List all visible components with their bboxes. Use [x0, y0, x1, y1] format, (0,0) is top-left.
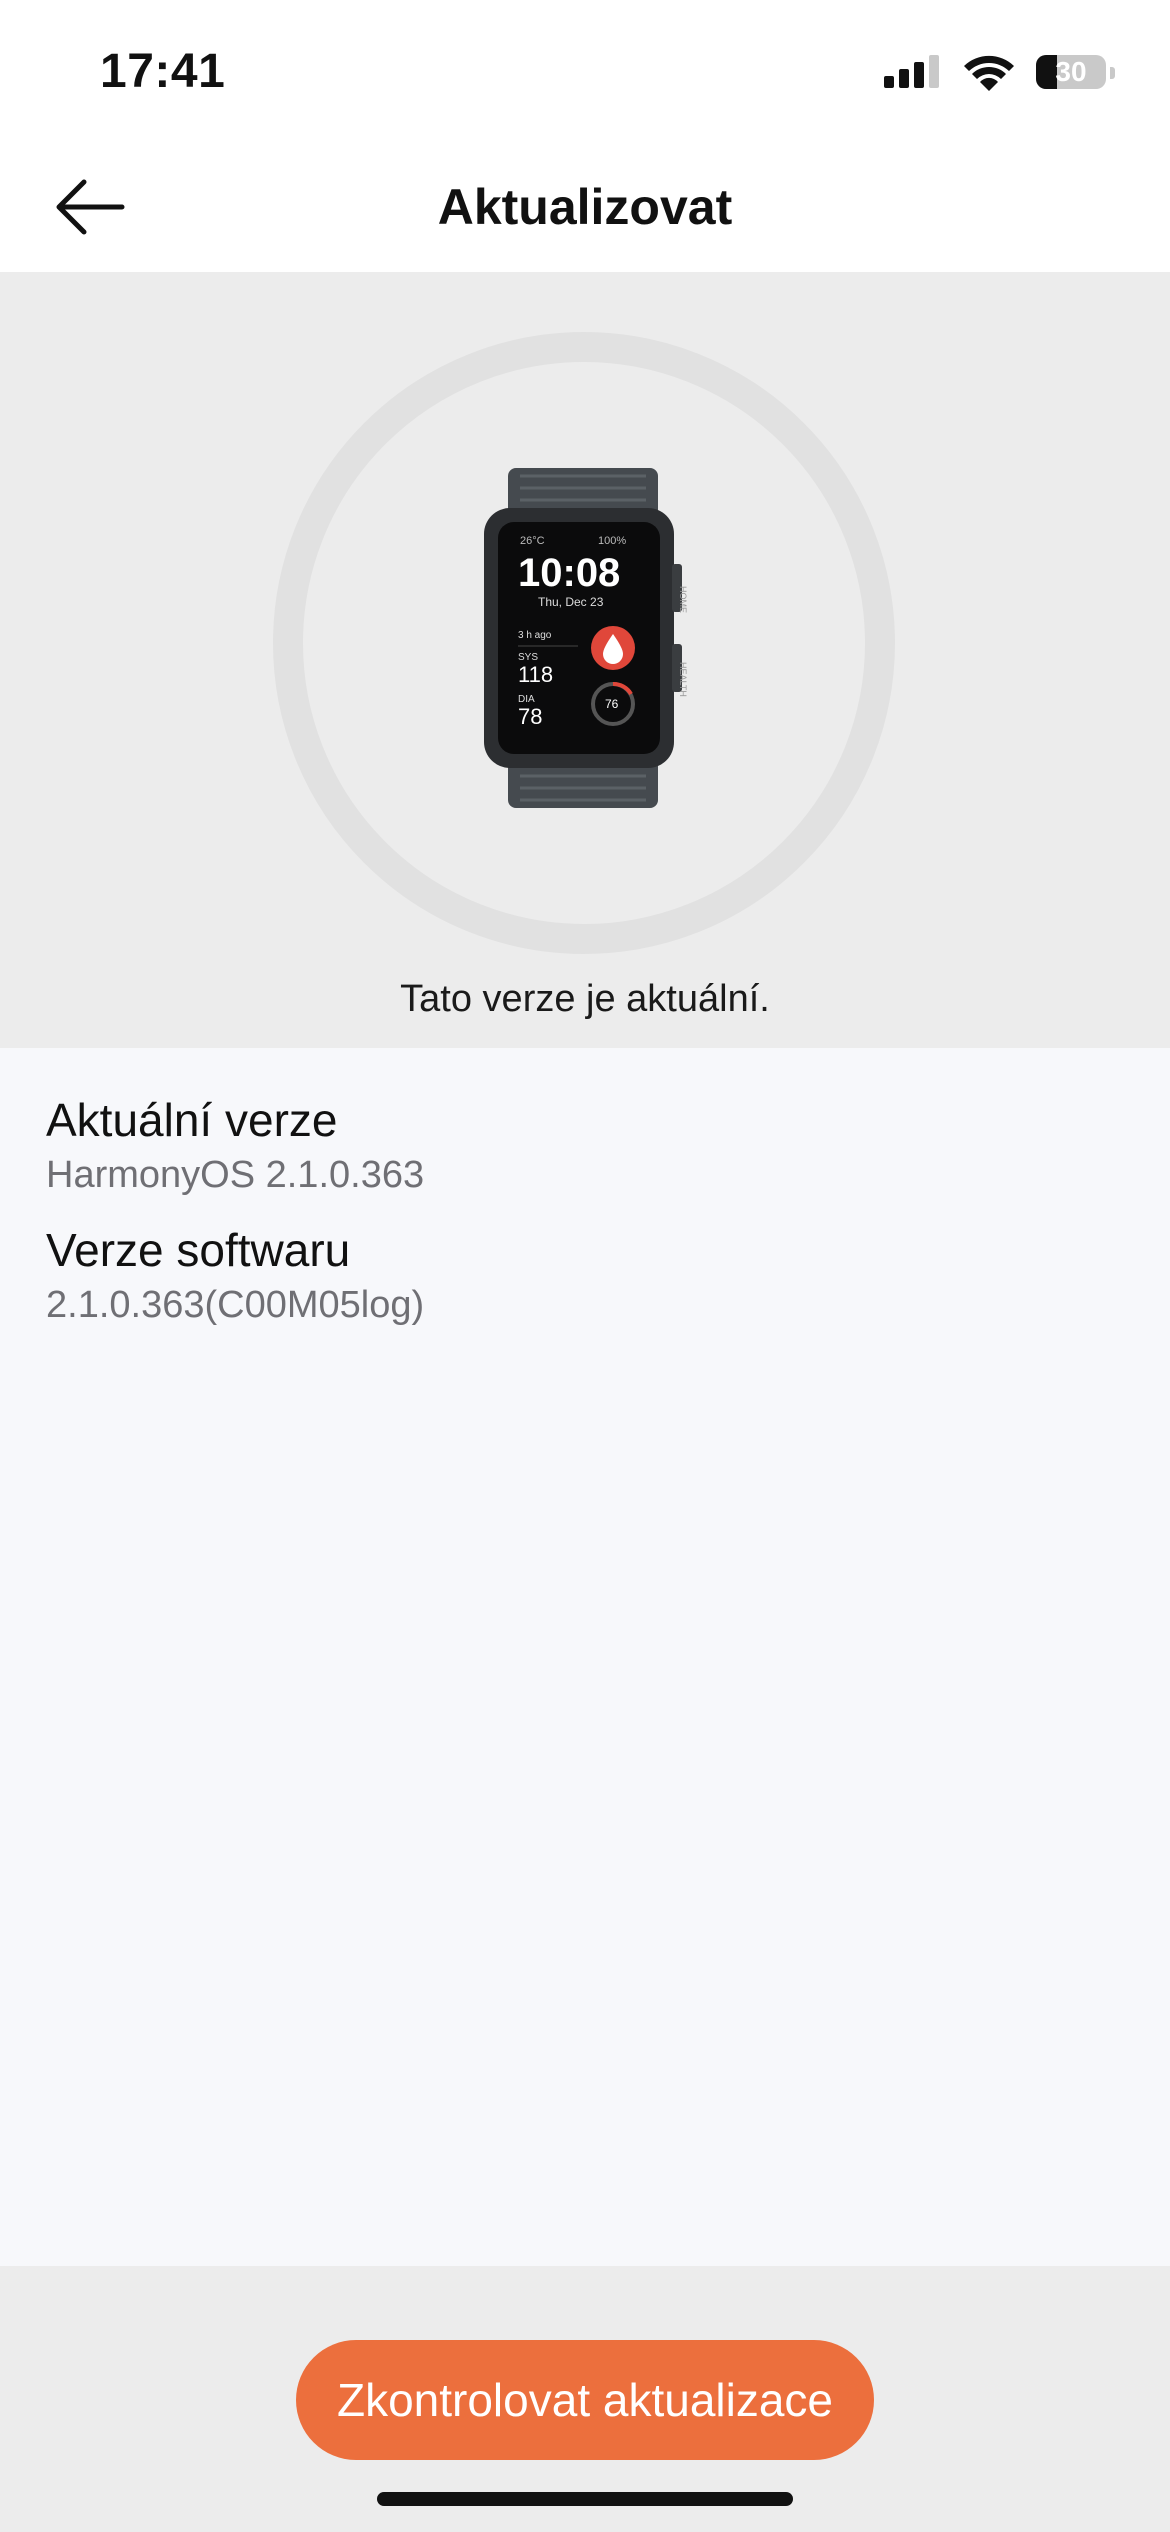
- info-label: Verze softwaru: [46, 1224, 351, 1276]
- watch-dia-value: 78: [518, 704, 542, 729]
- page-title: Aktualizovat: [437, 179, 733, 235]
- wifi-icon: [964, 55, 1014, 91]
- device-hero: 26°C 100% 10:08 Thu, Dec 23 3 h ago SYS …: [0, 272, 1170, 1048]
- battery-nub: [1110, 67, 1115, 79]
- watch-side-label-home: HOME: [678, 586, 688, 613]
- version-info: Aktuální verze HarmonyOS 2.1.0.363 Verze…: [46, 1090, 1126, 1350]
- home-indicator[interactable]: [377, 2492, 793, 2506]
- nav-bar: Aktualizovat: [0, 140, 1170, 272]
- watch-pulse: 76: [605, 697, 619, 711]
- watch-sys-value: 118: [518, 662, 553, 687]
- update-status-message: Tato verze je aktuální.: [400, 978, 770, 1020]
- watch-date: Thu, Dec 23: [538, 595, 604, 609]
- status-icons: 30: [884, 50, 1115, 94]
- status-bar: 17:41 30: [0, 0, 1170, 140]
- battery-level: 30: [1055, 56, 1087, 87]
- check-updates-button[interactable]: Zkontrolovat aktualizace: [296, 2340, 874, 2460]
- info-item-current-version: Aktuální verze HarmonyOS 2.1.0.363: [46, 1090, 1126, 1200]
- info-value: HarmonyOS 2.1.0.363: [46, 1154, 425, 1196]
- watch-time: 10:08: [518, 551, 620, 595]
- info-label: Aktuální verze: [46, 1094, 338, 1146]
- battery-icon: 30: [1036, 55, 1115, 89]
- info-item-software-version: Verze softwaru 2.1.0.363(C00M05log): [46, 1220, 1126, 1330]
- watch-ago: 3 h ago: [518, 630, 552, 641]
- watch-temperature: 26°C: [520, 535, 545, 547]
- cellular-signal-icon: [884, 50, 944, 94]
- watch-battery: 100%: [598, 535, 626, 547]
- info-value: 2.1.0.363(C00M05log): [46, 1284, 425, 1326]
- smartwatch-image: 26°C 100% 10:08 Thu, Dec 23 3 h ago SYS …: [484, 468, 688, 808]
- status-time: 17:41: [100, 45, 226, 98]
- watch-side-label-health: HEALTH: [678, 662, 688, 697]
